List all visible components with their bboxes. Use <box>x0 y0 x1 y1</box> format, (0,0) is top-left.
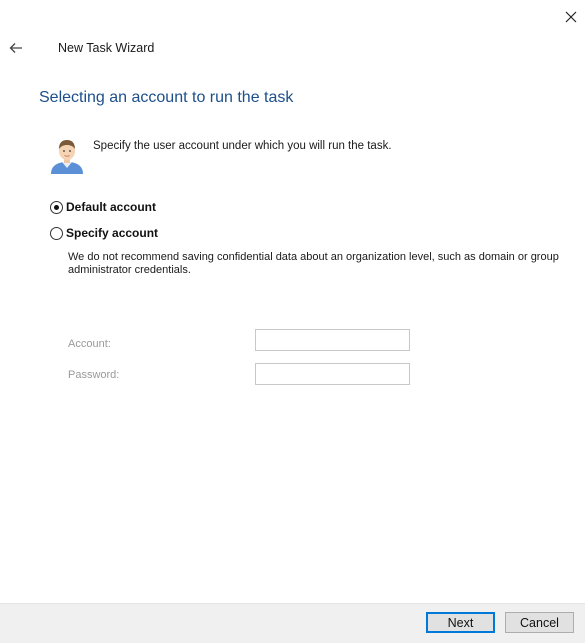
password-label: Password: <box>68 369 120 381</box>
close-button[interactable] <box>560 6 582 28</box>
window-title: New Task Wizard <box>58 41 155 55</box>
password-input[interactable] <box>255 363 410 385</box>
back-button[interactable] <box>6 38 26 58</box>
close-icon <box>565 11 577 23</box>
specify-account-label: Specify account <box>66 226 159 240</box>
intro-text: Specify the user account under which you… <box>93 140 392 152</box>
page-heading: Selecting an account to run the task <box>39 89 294 106</box>
default-account-radio[interactable] <box>50 200 63 214</box>
default-account-option[interactable]: Default account <box>50 200 156 214</box>
user-avatar-icon <box>50 138 84 174</box>
account-label: Account: <box>68 338 111 350</box>
specify-account-radio[interactable] <box>50 226 63 240</box>
next-button[interactable]: Next <box>426 612 495 633</box>
account-input[interactable] <box>255 329 410 351</box>
credentials-warning: We do not recommend saving confidential … <box>68 251 559 276</box>
wizard-footer: Next Cancel <box>0 603 585 643</box>
cancel-button[interactable]: Cancel <box>505 612 574 633</box>
specify-account-option[interactable]: Specify account <box>50 226 158 240</box>
default-account-label: Default account <box>66 200 157 214</box>
task-wizard-window: New Task Wizard Selecting an account to … <box>0 0 585 643</box>
arrow-left-icon <box>9 43 22 53</box>
